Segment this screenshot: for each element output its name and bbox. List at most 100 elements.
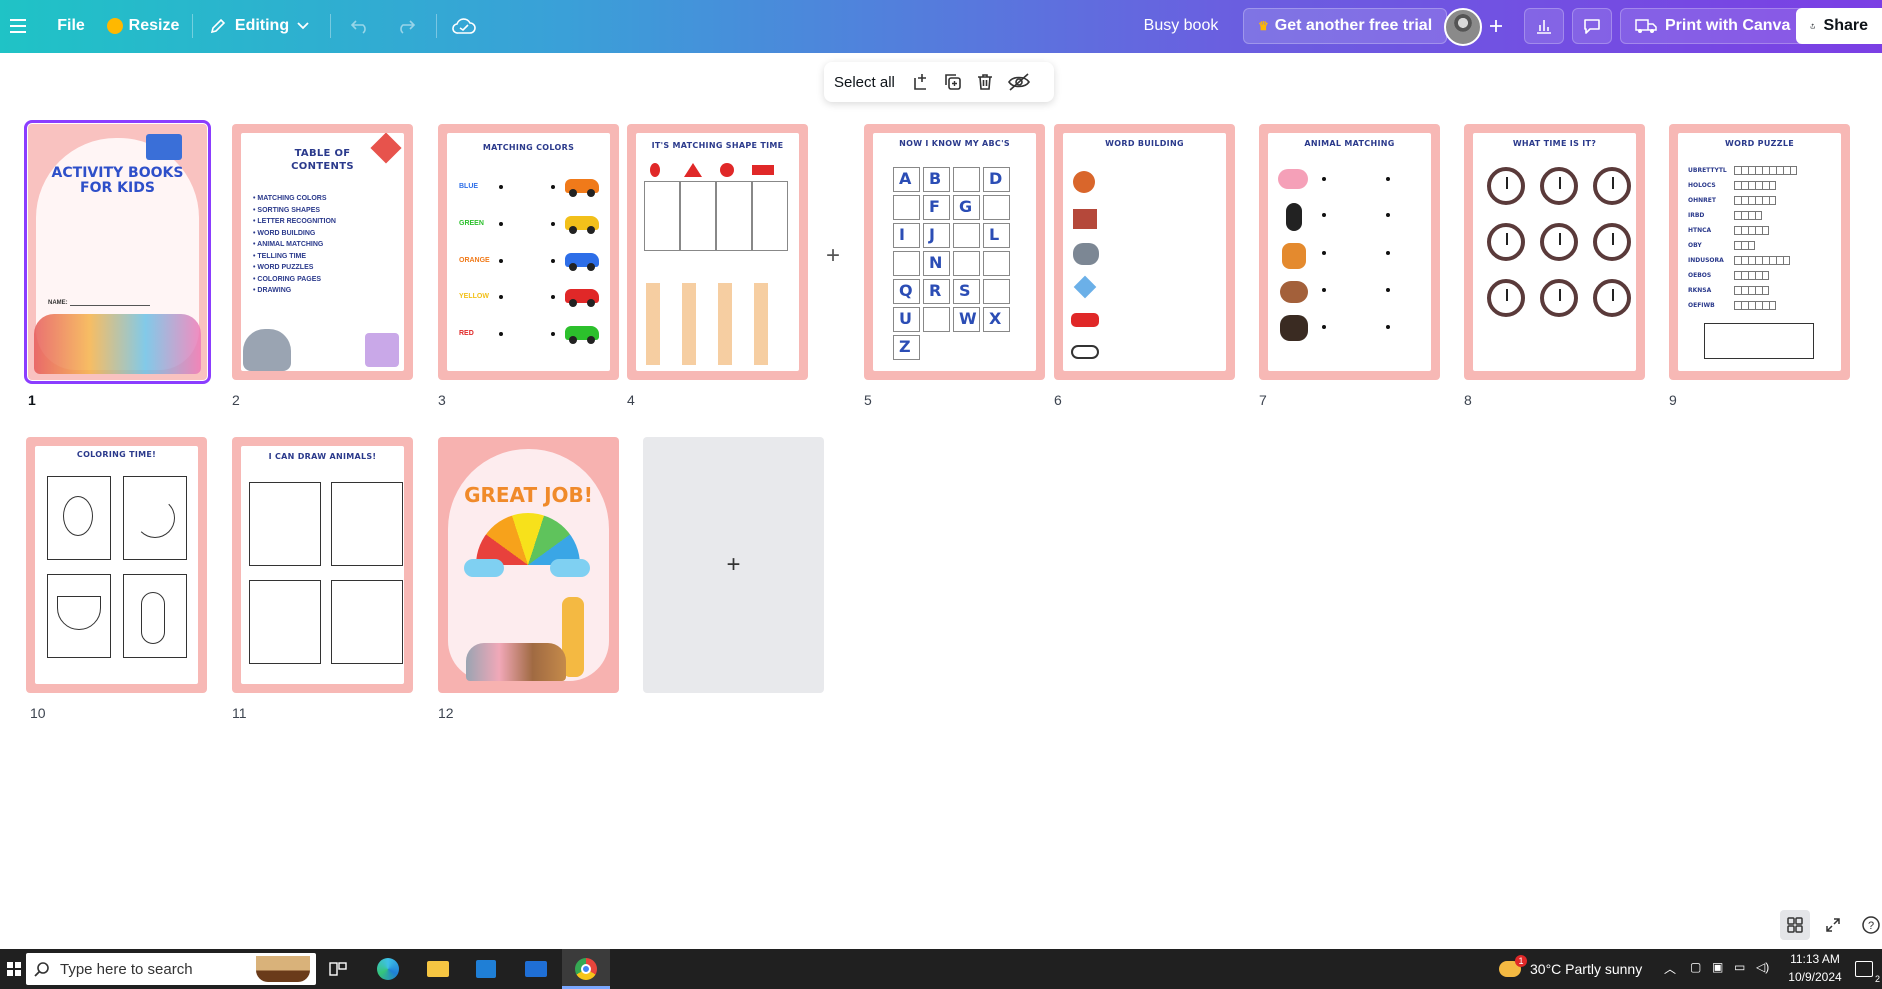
file-explorer-icon[interactable]: [424, 955, 452, 983]
plus-icon: [1490, 20, 1502, 32]
weather-badge: 1: [1515, 955, 1527, 967]
trash-icon[interactable]: [975, 72, 995, 92]
redo-button[interactable]: [388, 8, 424, 44]
page-thumbnail-5[interactable]: NOW I KNOW MY ABC'S AB D FG I J L NQRS U WX Z: [864, 124, 1045, 380]
page-thumbnail-12[interactable]: GREAT JOB!: [438, 437, 619, 693]
abc-cell: [983, 195, 1010, 220]
windows-start-icon[interactable]: [0, 955, 28, 983]
insights-button[interactable]: [1524, 8, 1564, 44]
share-button[interactable]: Share: [1796, 8, 1882, 44]
redo-icon: [400, 20, 416, 34]
taskbar-search-box[interactable]: Type here to search: [26, 953, 316, 985]
add-page-icon[interactable]: [911, 72, 931, 92]
blue-car-illustration: [565, 253, 599, 271]
color-label-blue: BLUE: [459, 183, 479, 190]
free-trial-label: Get another free trial: [1274, 17, 1433, 34]
user-avatar[interactable]: [1444, 8, 1482, 46]
page-thumbnail-3[interactable]: MATCHING COLORS BLUE GREEN ORANGE YELLOW…: [438, 124, 619, 380]
search-icon: [34, 962, 49, 977]
color-label-yellow: YELLOW: [459, 293, 489, 300]
clock-date[interactable]: 10/9/2024: [1788, 970, 1842, 984]
edge-browser-icon[interactable]: [374, 955, 402, 983]
match-dot: [1386, 177, 1390, 181]
weather-icon[interactable]: 1: [1496, 955, 1527, 983]
abc-letter: S: [959, 281, 971, 300]
task-view-icon[interactable]: [324, 955, 352, 983]
abc-letter: W: [959, 309, 977, 328]
divider: [330, 14, 331, 38]
battery-icon[interactable]: ▭: [1734, 960, 1745, 974]
resize-label: Resize: [128, 17, 180, 34]
microsoft-store-icon[interactable]: [472, 955, 500, 983]
mail-icon[interactable]: [522, 955, 550, 983]
match-dot: [1322, 288, 1326, 292]
duplicate-icon[interactable]: [943, 72, 963, 92]
sort-column: [680, 181, 716, 251]
meet-now-icon[interactable]: ▢: [1690, 960, 1701, 974]
hamburger-menu-icon[interactable]: [4, 8, 32, 44]
page-number-11: 11: [232, 705, 247, 721]
scrambled-word: RKNSA: [1688, 287, 1712, 294]
free-trial-button[interactable]: ♛ Get another free trial: [1243, 8, 1448, 44]
abc-letter: Q: [899, 281, 913, 300]
abc-cell: N: [923, 251, 950, 276]
volume-icon[interactable]: ◁): [1756, 960, 1769, 974]
file-menu-button[interactable]: File: [52, 8, 90, 44]
grid-view-button[interactable]: [1780, 910, 1810, 940]
animals-illustration: [466, 643, 566, 681]
hide-icon[interactable]: [1007, 72, 1031, 92]
comments-button[interactable]: [1572, 8, 1612, 44]
peeled-banana-outline: [141, 592, 165, 644]
page-thumbnail-4[interactable]: IT'S MATCHING SHAPE TIME: [627, 124, 808, 380]
document-title[interactable]: Busy book: [1138, 8, 1224, 44]
insert-page-plus-icon[interactable]: +: [826, 242, 840, 270]
page-4-title: IT'S MATCHING SHAPE TIME: [651, 141, 784, 150]
elephant-illustration: [1073, 243, 1099, 265]
undo-button[interactable]: [342, 8, 378, 44]
save-status-button[interactable]: [446, 8, 482, 44]
answer-boxes: [1734, 196, 1776, 205]
network-icon[interactable]: ▣: [1712, 960, 1723, 974]
print-with-canva-button[interactable]: Print with Canva: [1620, 8, 1806, 44]
page-thumbnail-9[interactable]: WORD PUZZLE UBRETTYTL HOLOCS OHNRET IRBD HTN…: [1669, 124, 1850, 380]
page-11-title: I CAN DRAW ANIMALS!: [268, 452, 377, 461]
chevron-up-icon[interactable]: ︿: [1664, 960, 1676, 977]
clock-illustration: [1540, 167, 1578, 205]
weather-text[interactable]: 30°C Partly sunny: [1530, 961, 1642, 977]
add-collaborator-button[interactable]: [1482, 10, 1510, 42]
clock-time[interactable]: 11:13 AM: [1788, 952, 1842, 966]
help-button[interactable]: ?: [1856, 910, 1882, 940]
editing-mode-button[interactable]: Editing: [206, 8, 312, 44]
page-thumbnail-2[interactable]: TABLE OF CONTENTS • MATCHING COLORS • SO…: [232, 124, 413, 380]
abc-cell: W: [953, 307, 980, 332]
abc-letter: Z: [899, 337, 911, 356]
page-thumbnail-8[interactable]: WHAT TIME IS IT?: [1464, 124, 1645, 380]
comment-icon: [1584, 19, 1600, 34]
chrome-icon[interactable]: [572, 955, 600, 983]
answer-boxes: [1734, 226, 1769, 235]
page-thumbnail-7[interactable]: ANIMAL MATCHING: [1259, 124, 1440, 380]
abc-cell: L: [983, 223, 1010, 248]
page-thumbnail-6[interactable]: WORD BUILDING: [1054, 124, 1235, 380]
table-of-contents-list: • MATCHING COLORS • SORTING SHAPES • LET…: [253, 193, 336, 297]
page-thumbnail-1[interactable]: ACTIVITY BOOKS FOR KIDS NAME:: [24, 120, 211, 384]
page-thumbnail-11[interactable]: I CAN DRAW ANIMALS!: [232, 437, 413, 693]
abc-cell: S: [953, 279, 980, 304]
abc-cell: I: [893, 223, 920, 248]
fullscreen-button[interactable]: [1818, 910, 1848, 940]
add-page-button[interactable]: +: [643, 437, 824, 693]
resize-button[interactable]: Resize: [104, 8, 182, 44]
match-dot: [1386, 288, 1390, 292]
notification-center-icon[interactable]: 2: [1850, 955, 1880, 984]
toc-item: • WORD BUILDING: [253, 229, 316, 237]
abc-cell: F: [923, 195, 950, 220]
select-all-button[interactable]: Select all: [834, 74, 895, 91]
abc-cell: [893, 251, 920, 276]
notification-count: 2: [1874, 974, 1880, 984]
page-thumbnail-10[interactable]: COLORING TIME!: [26, 437, 207, 693]
match-dot: [551, 332, 555, 336]
abc-cell: B: [923, 167, 950, 192]
house-illustration: [1073, 209, 1097, 229]
share-label: Share: [1823, 17, 1868, 34]
page-3-title: MATCHING COLORS: [482, 143, 575, 152]
